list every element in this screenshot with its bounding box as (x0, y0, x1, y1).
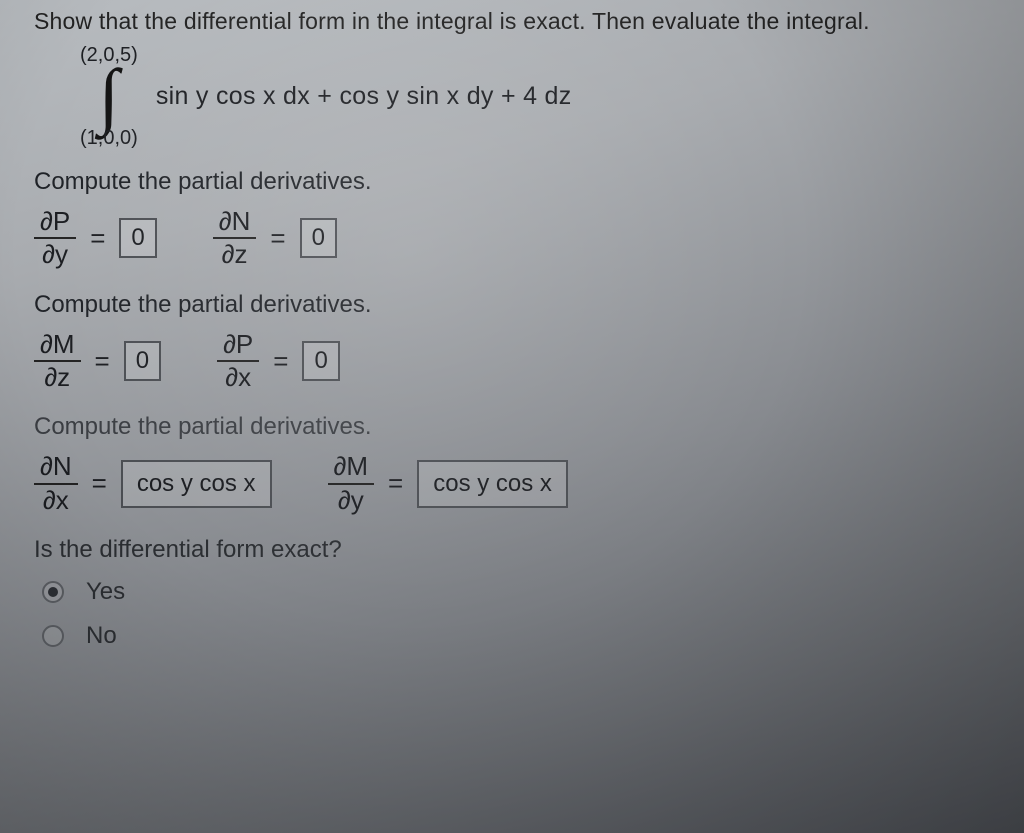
numerator: ∂M (328, 453, 375, 484)
equals-sign: = (269, 346, 292, 377)
dM-dz-fraction: ∂M ∂z (34, 331, 81, 392)
numerator: ∂N (213, 208, 257, 239)
denominator: ∂z (222, 239, 248, 268)
dM-dz-answer-input[interactable]: 0 (124, 341, 161, 381)
exact-options: Yes No (42, 578, 1004, 650)
option-yes-label: Yes (86, 578, 125, 606)
problem-prompt: Show that the differential form in the i… (34, 8, 1004, 35)
integral-symbol: (2,0,5) ∫ (1,0,0) (80, 45, 138, 148)
equals-sign: = (88, 468, 111, 499)
denominator: ∂x (225, 362, 251, 391)
dN-dx-pair: ∂N ∂x = cos y cos x (34, 453, 272, 514)
equals-sign: = (384, 468, 407, 499)
dM-dy-pair: ∂M ∂y = cos y cos x (328, 453, 568, 514)
dP-dy-answer-input[interactable]: 0 (119, 218, 156, 258)
section1-heading: Compute the partial derivatives. (34, 168, 1004, 196)
numerator: ∂M (34, 331, 81, 362)
integral-expression: (2,0,5) ∫ (1,0,0) sin y cos x dx + cos y… (80, 45, 1004, 148)
dN-dz-fraction: ∂N ∂z (213, 208, 257, 269)
exact-question: Is the differential form exact? (34, 536, 1004, 564)
section1-row: ∂P ∂y = 0 ∂N ∂z = 0 (34, 208, 1004, 269)
equals-sign: = (91, 346, 114, 377)
denominator: ∂z (44, 362, 70, 391)
section2-row: ∂M ∂z = 0 ∂P ∂x = 0 (34, 331, 1004, 392)
dM-dy-fraction: ∂M ∂y (328, 453, 375, 514)
dM-dz-pair: ∂M ∂z = 0 (34, 331, 161, 392)
option-no[interactable]: No (42, 622, 1004, 650)
denominator: ∂y (42, 239, 68, 268)
integral-lower-limit: (1,0,0) (80, 128, 138, 148)
dN-dz-answer-input[interactable]: 0 (300, 218, 337, 258)
numerator: ∂P (217, 331, 259, 362)
equals-sign: = (266, 223, 289, 254)
dN-dx-answer-input[interactable]: cos y cos x (121, 460, 272, 508)
section2-heading: Compute the partial derivatives. (34, 291, 1004, 319)
section3-heading: Compute the partial derivatives. (34, 413, 1004, 441)
denominator: ∂x (43, 485, 69, 514)
integral-glyph-icon: ∫ (99, 67, 119, 126)
dP-dx-fraction: ∂P ∂x (217, 331, 259, 392)
dP-dy-fraction: ∂P ∂y (34, 208, 76, 269)
equals-sign: = (86, 223, 109, 254)
dN-dz-pair: ∂N ∂z = 0 (213, 208, 337, 269)
option-no-label: No (86, 622, 117, 650)
radio-icon[interactable] (42, 581, 64, 603)
numerator: ∂N (34, 453, 78, 484)
section3-row: ∂N ∂x = cos y cos x ∂M ∂y = cos y cos x (34, 453, 1004, 514)
dP-dx-pair: ∂P ∂x = 0 (217, 331, 340, 392)
dP-dy-pair: ∂P ∂y = 0 (34, 208, 157, 269)
dP-dx-answer-input[interactable]: 0 (302, 341, 339, 381)
problem-content: Show that the differential form in the i… (0, 0, 1024, 660)
dM-dy-answer-input[interactable]: cos y cos x (417, 460, 568, 508)
option-yes[interactable]: Yes (42, 578, 1004, 606)
radio-icon[interactable] (42, 625, 64, 647)
denominator: ∂y (338, 485, 364, 514)
integrand-text: sin y cos x dx + cos y sin x dy + 4 dz (156, 82, 572, 111)
dN-dx-fraction: ∂N ∂x (34, 453, 78, 514)
numerator: ∂P (34, 208, 76, 239)
